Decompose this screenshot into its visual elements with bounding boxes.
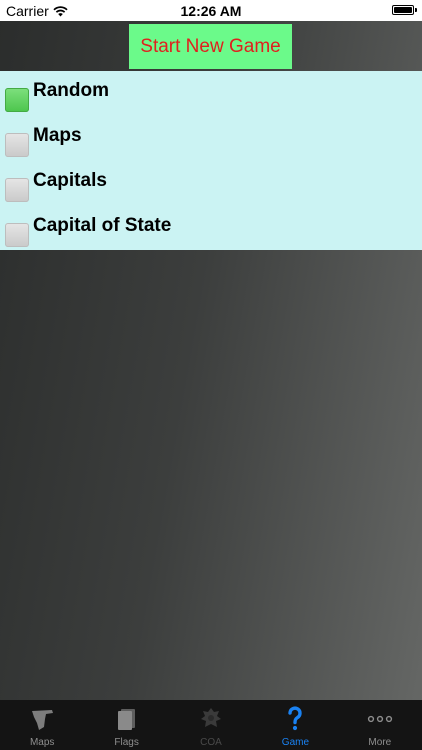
option-maps[interactable]: Maps [0, 121, 422, 165]
option-random[interactable]: Random [0, 76, 422, 120]
option-checkbox[interactable] [5, 88, 29, 112]
tab-coa[interactable]: COA [169, 700, 253, 750]
battery-icon [392, 5, 414, 15]
tab-bar: Maps Flags COA Game More [0, 700, 422, 750]
coat-of-arms-icon [201, 708, 222, 727]
tab-label: Flags [114, 737, 139, 748]
map-icon [32, 710, 54, 730]
battery-tip [415, 8, 417, 12]
option-label: Maps [33, 125, 82, 146]
tab-maps[interactable]: Maps [0, 700, 84, 750]
option-capital-of-state[interactable]: Capital of State [0, 211, 422, 255]
flags-icon [117, 709, 135, 730]
game-mode-options: Random Maps Capitals Capital of State [0, 71, 422, 250]
option-label: Capital of State [33, 215, 172, 236]
tab-label: Maps [29, 737, 55, 748]
option-checkbox[interactable] [5, 178, 29, 202]
tab-flags[interactable]: Flags [84, 700, 168, 750]
option-checkbox[interactable] [5, 223, 29, 247]
tab-more[interactable]: More [338, 700, 422, 750]
start-new-game-button[interactable]: Start New Game [129, 24, 292, 69]
option-label: Capitals [33, 170, 107, 191]
option-checkbox[interactable] [5, 133, 29, 157]
option-label: Random [33, 80, 109, 101]
question-mark-icon [288, 706, 303, 731]
status-time: 12:26 AM [180, 3, 242, 19]
tab-game[interactable]: Game [253, 700, 337, 750]
tab-label: More [368, 737, 392, 748]
tab-label: Game [281, 737, 310, 748]
tab-label: COA [200, 737, 222, 748]
more-dots-icon [367, 715, 392, 723]
status-bar: Carrier 12:26 AM [0, 0, 422, 21]
option-capitals[interactable]: Capitals [0, 166, 422, 210]
